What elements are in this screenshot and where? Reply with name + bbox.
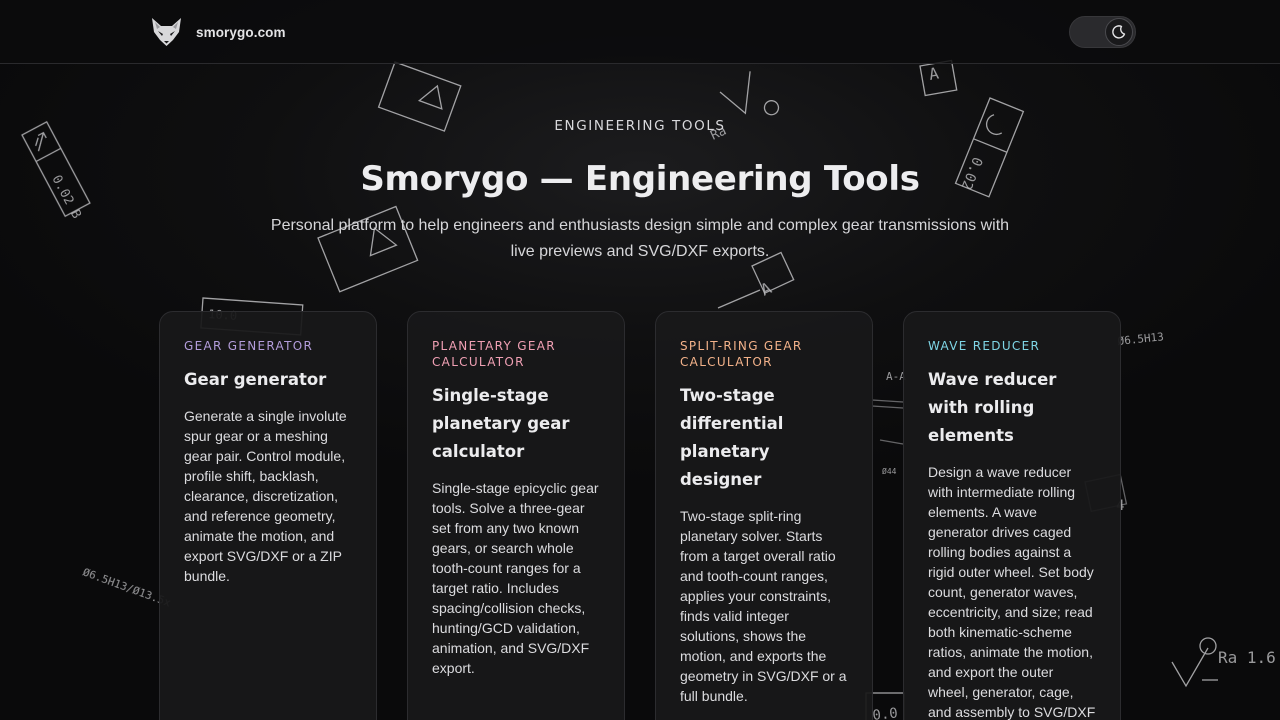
theme-toggle-knob [1105,18,1133,46]
svg-text:0.0: 0.0 [872,705,899,720]
card-tag: GEAR GENERATOR [184,339,314,353]
card-title: Wave reducer with rolling elements [928,370,1057,445]
page: 0.02 B 0.02 A A Ra Ø6.5H13/Ø13.5x Ø6.5H1… [0,0,1280,720]
home-link[interactable]: smorygo.com [150,16,286,48]
tool-card-split-ring-gear-calculator[interactable]: SPLIT-RING GEAR CALCULATOR Two-stage dif… [655,311,873,720]
card-title: Two-stage differential planetary designe… [680,386,784,489]
card-tag: WAVE REDUCER [928,339,1041,353]
svg-text:Ø44: Ø44 [882,466,897,476]
site-name: smorygo.com [196,24,286,40]
tool-card-gear-generator[interactable]: GEAR GENERATOR Gear generator Generate a… [159,311,377,720]
card-description: Two-stage split-ring planetary solver. S… [680,508,847,704]
page-title: Smorygo — Engineering Tools [360,159,920,199]
top-navigation-bar: smorygo.com [0,0,1280,64]
card-tag: SPLIT-RING GEAR CALCULATOR [680,339,803,369]
svg-text:A: A [927,63,940,83]
card-title: Gear generator [184,370,327,389]
hero-section: ENGINEERING TOOLS Smorygo — Engineering … [0,118,1280,265]
svg-text:Ø6.5H13: Ø6.5H13 [1117,330,1164,348]
hero-subtitle: Personal platform to help engineers and … [270,217,1010,260]
svg-text:Ra 1.6: Ra 1.6 [1218,648,1276,667]
card-tag: PLANETARY GEAR CALCULATOR [432,339,556,369]
card-description: Single-stage epicyclic gear tools. Solve… [432,480,599,676]
card-description: Generate a single involute spur gear or … [184,408,347,584]
theme-toggle-switch[interactable] [1069,16,1136,48]
svg-text:A: A [758,278,775,299]
moon-icon [1112,25,1126,39]
hero-eyebrow: ENGINEERING TOOLS [554,118,726,134]
tool-card-planetary-gear-calculator[interactable]: PLANETARY GEAR CALCULATOR Single-stage p… [407,311,625,720]
card-description: Design a wave reducer with intermediate … [928,464,1096,720]
fox-head-icon [152,18,181,46]
tool-card-wave-reducer[interactable]: WAVE REDUCER Wave reducer with rolling e… [903,311,1121,720]
card-title: Single-stage planetary gear calculator [432,386,570,461]
